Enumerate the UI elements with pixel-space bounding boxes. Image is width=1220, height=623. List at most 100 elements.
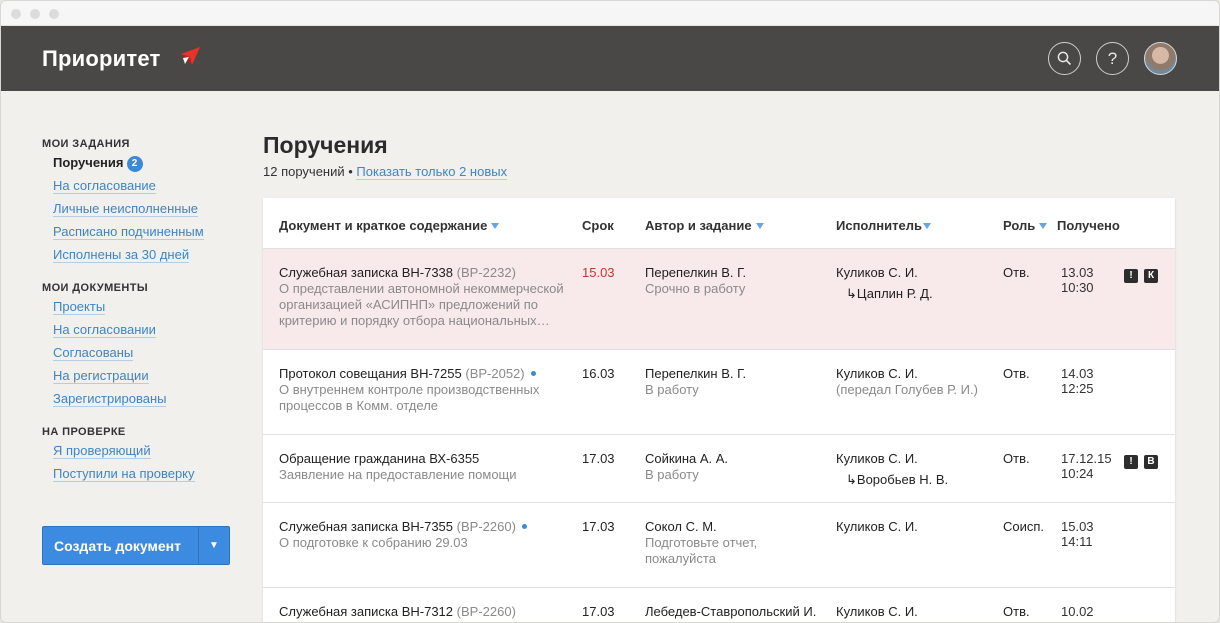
executor-name: Куликов С. И. xyxy=(836,519,918,534)
subtask-arrow-icon: ↳ xyxy=(846,472,857,487)
role: Соисп. xyxy=(1003,519,1045,534)
due-date: 17.03 xyxy=(582,451,615,466)
create-document-button[interactable]: Создать документ ▼ xyxy=(42,526,230,565)
page-title: Поручения xyxy=(263,132,388,158)
window-zoom-dot[interactable] xyxy=(49,9,59,19)
role: Отв. xyxy=(1003,451,1030,466)
document-title[interactable]: Обращение гражданина ВХ-6355 xyxy=(279,451,479,466)
sidebar-item[interactable]: Расписано подчиненным xyxy=(53,223,242,246)
main-content: Поручения 12 поручений • Показать только… xyxy=(263,132,1175,622)
help-button[interactable]: ? xyxy=(1096,42,1129,75)
sidebar-item[interactable]: Я проверяющий xyxy=(53,442,242,465)
sidebar-item-label: Я проверяющий xyxy=(53,443,151,459)
window-minimize-dot[interactable] xyxy=(30,9,40,19)
search-icon xyxy=(1057,51,1072,66)
search-button[interactable] xyxy=(1048,42,1081,75)
sidebar-item[interactable]: Личные неисполненные xyxy=(53,200,242,223)
sidebar-item[interactable]: Поручения 2 xyxy=(53,154,242,177)
document-cell: Служебная записка ВН-7338 (ВР-2232) О пре… xyxy=(279,265,575,329)
received-date: 10.02 xyxy=(1061,604,1094,619)
top-bar: Приоритет ? xyxy=(1,26,1219,91)
sidebar-item[interactable]: На согласование xyxy=(53,177,242,200)
document-code: (ВР-2260) xyxy=(456,604,516,619)
received-cell: 14.03 12:25 xyxy=(1061,366,1101,396)
sidebar-item-label: На согласование xyxy=(53,178,156,194)
document-title[interactable]: Служебная записка ВН-7312 xyxy=(279,604,453,619)
sidebar-item[interactable]: Согласованы xyxy=(53,344,242,367)
sidebar-section-title: МОИ ЗАДАНИЯ xyxy=(42,138,130,150)
sidebar-item[interactable]: Зарегистрированы xyxy=(53,390,242,413)
sidebar-item-label: Зарегистрированы xyxy=(53,391,167,407)
document-summary: О представлении автономной некоммерческо… xyxy=(279,281,564,328)
header-executor[interactable]: Исполнитель xyxy=(836,218,931,233)
tasks-count: 12 поручений xyxy=(263,164,345,179)
executor-cell: Куликов С. И. xyxy=(836,604,996,620)
filter-icon[interactable] xyxy=(1039,223,1048,229)
sidebar-item-label: На регистрации xyxy=(53,368,149,384)
header-received[interactable]: Получено xyxy=(1057,218,1120,233)
task-text: В работу xyxy=(645,382,699,397)
received-date: 15.03 xyxy=(1061,519,1094,534)
document-title[interactable]: Протокол совещания ВН-7255 xyxy=(279,366,462,381)
author-name: Перепелкин В. Г. xyxy=(645,366,747,381)
sidebar-section-title: НА ПРОВЕРКЕ xyxy=(42,426,126,438)
executor-cell: Куликов С. И. ↳Воробьев Н. В. xyxy=(836,451,996,488)
brand-logo-icon xyxy=(181,47,200,65)
filter-icon[interactable] xyxy=(755,223,764,229)
filter-icon[interactable] xyxy=(491,223,500,229)
sidebar-section-title: МОИ ДОКУМЕНТЫ xyxy=(42,282,149,294)
document-cell: Служебная записка ВН-7312 (ВР-2260) xyxy=(279,604,575,620)
document-summary: О подготовке к собранию 29.03 xyxy=(279,535,468,550)
sidebar-item[interactable]: На согласовании xyxy=(53,321,242,344)
author-cell: Лебедев-Ставропольский И. xyxy=(645,604,820,620)
author-cell: Перепелкин В. Г. В работу xyxy=(645,366,820,398)
sidebar-item-label: Личные неисполненные xyxy=(53,201,199,217)
show-new-link[interactable]: Показать только 2 новых xyxy=(356,164,508,180)
document-title-line: Служебная записка ВН-7338 (ВР-2232) xyxy=(279,265,575,281)
role: Отв. xyxy=(1003,265,1030,280)
sidebar-item[interactable]: Проекты xyxy=(53,298,242,321)
separator: • xyxy=(344,164,357,179)
document-title[interactable]: Служебная записка ВН-7338 xyxy=(279,265,453,280)
role: Отв. xyxy=(1003,604,1030,619)
window-close-dot[interactable] xyxy=(11,9,21,19)
executor-name: Куликов С. И. xyxy=(836,604,918,619)
user-avatar[interactable] xyxy=(1144,42,1177,75)
header-role-label: Роль xyxy=(1003,218,1036,233)
dropdown-caret-icon[interactable]: ▼ xyxy=(199,540,229,551)
header-role[interactable]: Роль xyxy=(1003,218,1048,233)
document-code: (ВР-2052) xyxy=(465,366,525,381)
table-row[interactable]: Обращение гражданина ВХ-6355 Заявление на… xyxy=(263,435,1175,503)
table-row[interactable]: Служебная записка ВН-7338 (ВР-2232) О пре… xyxy=(263,249,1175,350)
received-cell: 13.03 10:30 xyxy=(1061,265,1101,295)
sidebar-item[interactable]: Поступили на проверку xyxy=(53,465,242,488)
header-author[interactable]: Автор и задание xyxy=(645,218,764,233)
header-author-label: Автор и задание xyxy=(645,218,752,233)
table-body: Служебная записка ВН-7338 (ВР-2232) О пре… xyxy=(263,249,1175,622)
table-row[interactable]: Служебная записка ВН-7355 (ВР-2260) О под… xyxy=(263,503,1175,588)
task-text: Подготовьте отчет, пожалуйста xyxy=(645,535,758,566)
document-code: (ВР-2260) xyxy=(456,519,516,534)
sidebar-item[interactable]: На регистрации xyxy=(53,367,242,390)
filter-icon[interactable] xyxy=(923,223,931,229)
priority-flag-icon: ! xyxy=(1124,455,1138,469)
sidebar-item[interactable]: Исполнены за 30 дней xyxy=(53,246,242,269)
received-time: 12:25 xyxy=(1061,381,1094,396)
app-window: Приоритет ? МОИ ЗАДАНИЯ Поручения 2 На согл… xyxy=(0,0,1220,623)
header-doc[interactable]: Документ и краткое содержание xyxy=(279,218,500,233)
task-text: Срочно в работу xyxy=(645,281,746,296)
document-summary: Заявление на предоставление помощи xyxy=(279,467,517,482)
document-title[interactable]: Служебная записка ВН-7355 xyxy=(279,519,453,534)
brand-logo-text[interactable]: Приоритет xyxy=(42,46,160,72)
table-row[interactable]: Служебная записка ВН-7312 (ВР-2260) 17.03… xyxy=(263,588,1175,622)
received-cell: 15.03 14:11 xyxy=(1061,519,1101,549)
document-cell: Обращение гражданина ВХ-6355 Заявление на… xyxy=(279,451,575,483)
header-due[interactable]: Срок xyxy=(582,218,614,233)
header-doc-label: Документ и краткое содержание xyxy=(279,218,488,233)
priority-flag-icon: ! xyxy=(1124,269,1138,283)
table-row[interactable]: Протокол совещания ВН-7255 (ВР-2052) О вн… xyxy=(263,350,1175,435)
document-cell: Протокол совещания ВН-7255 (ВР-2052) О вн… xyxy=(279,366,575,414)
received-time: 10:24 xyxy=(1061,466,1094,481)
